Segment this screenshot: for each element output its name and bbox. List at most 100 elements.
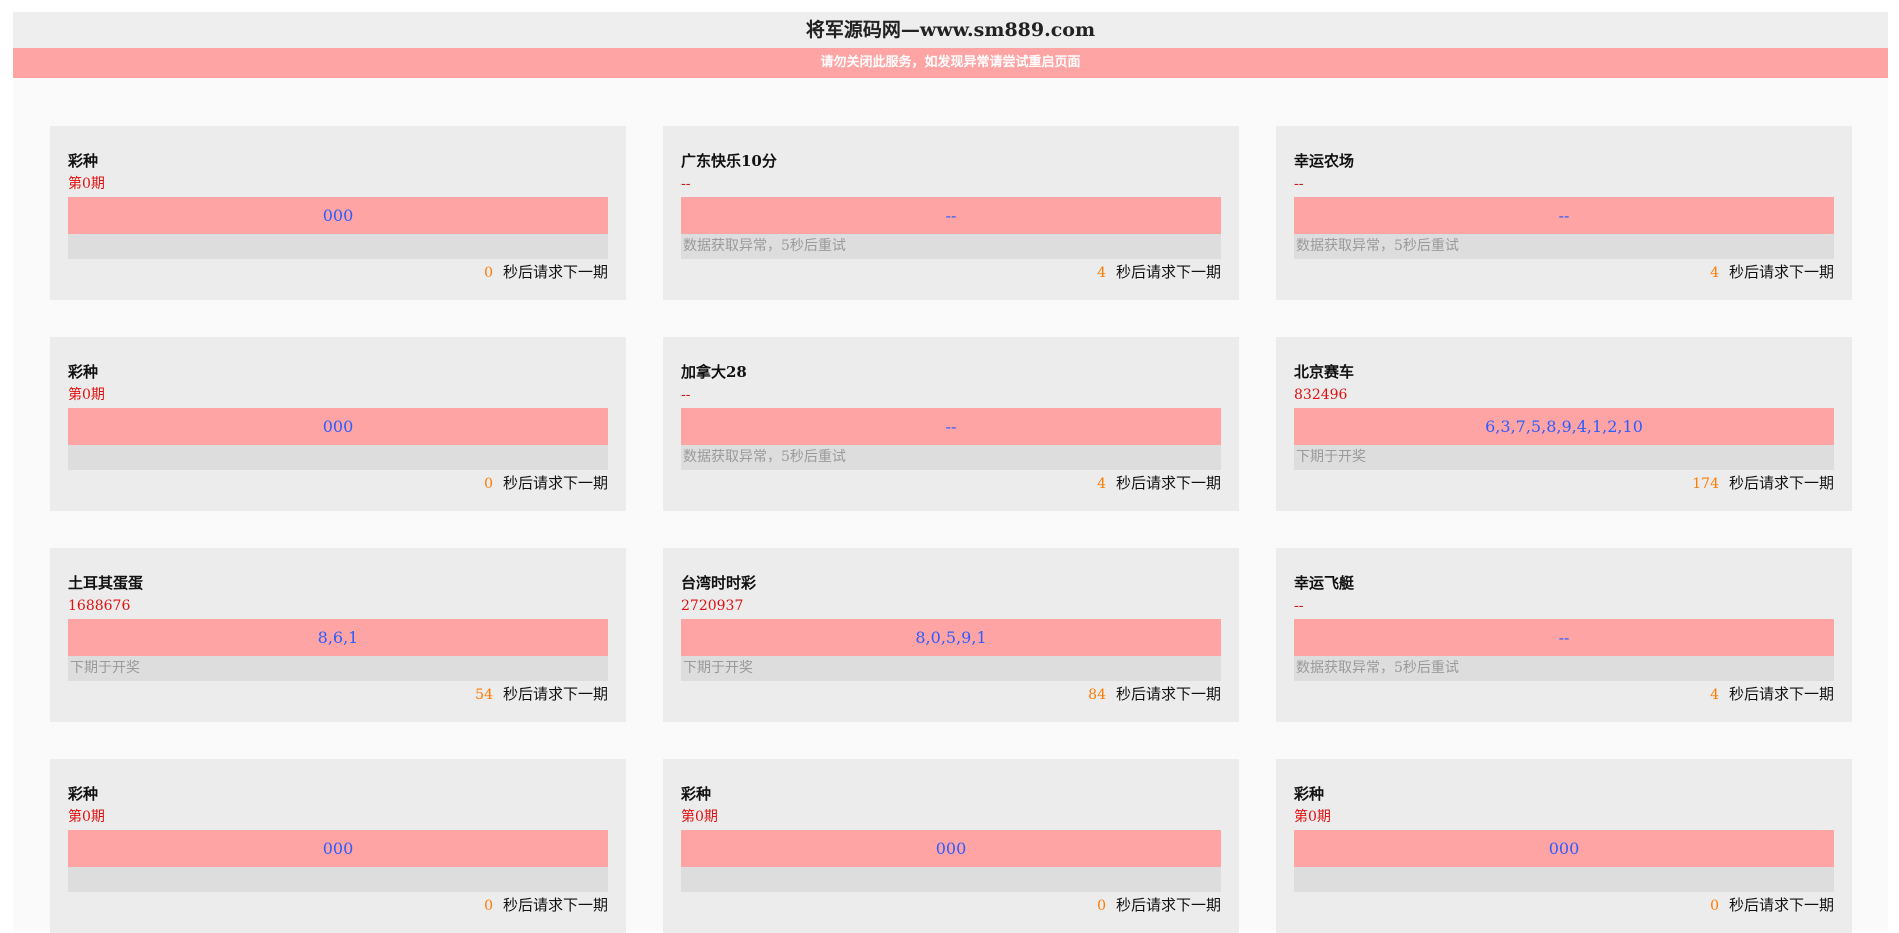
countdown-seconds: 174 xyxy=(1692,476,1719,492)
issue-number: 第0期 xyxy=(68,176,105,192)
result-numbers: 8,0,5,9,1 xyxy=(681,619,1221,656)
status-text xyxy=(681,867,1221,892)
countdown-seconds: 54 xyxy=(475,687,493,703)
lottery-name: 彩种 xyxy=(68,363,99,381)
lottery-card: 幸运农场 -- -- 数据获取异常，5秒后重试 4 秒后请求下一期 xyxy=(1276,126,1852,300)
status-text: 数据获取异常，5秒后重试 xyxy=(681,234,1221,259)
status-text xyxy=(1294,867,1834,892)
countdown-label: 秒后请求下一期 xyxy=(502,474,608,492)
lottery-card: 加拿大28 -- -- 数据获取异常，5秒后重试 4 秒后请求下一期 xyxy=(663,337,1239,511)
status-text xyxy=(68,445,608,470)
status-text: 数据获取异常，5秒后重试 xyxy=(681,445,1221,470)
lottery-name: 台湾时时彩 xyxy=(681,574,757,592)
countdown-row: 54 秒后请求下一期 xyxy=(68,682,608,706)
countdown-row: 0 秒后请求下一期 xyxy=(1294,893,1834,917)
countdown-label: 秒后请求下一期 xyxy=(1728,896,1834,914)
status-text: 数据获取异常，5秒后重试 xyxy=(1294,234,1834,259)
lottery-card: 土耳其蛋蛋 1688676 8,6,1 下期于开奖 54 秒后请求下一期 xyxy=(50,548,626,722)
issue-number: -- xyxy=(681,387,691,403)
result-numbers: 8,6,1 xyxy=(68,619,608,656)
lottery-card: 幸运飞艇 -- -- 数据获取异常，5秒后重试 4 秒后请求下一期 xyxy=(1276,548,1852,722)
issue-number: 832496 xyxy=(1294,387,1348,403)
lottery-name: 加拿大28 xyxy=(681,363,747,381)
countdown-seconds: 0 xyxy=(484,898,493,914)
lottery-name: 土耳其蛋蛋 xyxy=(68,574,144,592)
result-numbers: -- xyxy=(1294,197,1834,234)
status-text xyxy=(68,867,608,892)
result-numbers: 6,3,7,5,8,9,4,1,2,10 xyxy=(1294,408,1834,445)
countdown-row: 4 秒后请求下一期 xyxy=(1294,260,1834,284)
lottery-name: 彩种 xyxy=(68,785,99,803)
countdown-row: 4 秒后请求下一期 xyxy=(681,260,1221,284)
countdown-row: 0 秒后请求下一期 xyxy=(68,893,608,917)
status-text: 下期于开奖 xyxy=(681,656,1221,681)
issue-number: 第0期 xyxy=(1294,809,1331,825)
lottery-grid: 彩种 第0期 000 0 秒后请求下一期 广东快乐10分 -- -- 数据获取异常… xyxy=(13,79,1888,933)
issue-number: 第0期 xyxy=(68,809,105,825)
issue-number: 1688676 xyxy=(68,598,131,614)
countdown-seconds: 4 xyxy=(1710,265,1719,281)
result-numbers: 000 xyxy=(68,408,608,445)
lottery-card: 彩种 第0期 000 0 秒后请求下一期 xyxy=(663,759,1239,933)
countdown-row: 4 秒后请求下一期 xyxy=(681,471,1221,495)
issue-number: -- xyxy=(1294,598,1304,614)
lottery-card: 北京赛车 832496 6,3,7,5,8,9,4,1,2,10 下期于开奖 1… xyxy=(1276,337,1852,511)
countdown-seconds: 84 xyxy=(1088,687,1106,703)
issue-number: -- xyxy=(1294,176,1304,192)
result-numbers: -- xyxy=(1294,619,1834,656)
countdown-label: 秒后请求下一期 xyxy=(1728,263,1834,281)
countdown-label: 秒后请求下一期 xyxy=(502,263,608,281)
page: 将军源码网—www.sm889.com 请勿关闭此服务，如发现异常请尝试重启页面… xyxy=(13,12,1888,933)
notice-banner: 请勿关闭此服务，如发现异常请尝试重启页面 xyxy=(13,48,1888,78)
countdown-row: 0 秒后请求下一期 xyxy=(68,471,608,495)
lottery-card: 彩种 第0期 000 0 秒后请求下一期 xyxy=(50,126,626,300)
result-numbers: 000 xyxy=(681,830,1221,867)
lottery-name: 幸运农场 xyxy=(1294,152,1355,170)
status-text xyxy=(68,234,608,259)
countdown-seconds: 4 xyxy=(1710,687,1719,703)
countdown-label: 秒后请求下一期 xyxy=(1728,474,1834,492)
result-numbers: 000 xyxy=(1294,830,1834,867)
lottery-name: 广东快乐10分 xyxy=(681,152,777,170)
lottery-name: 北京赛车 xyxy=(1294,363,1355,381)
countdown-row: 174 秒后请求下一期 xyxy=(1294,471,1834,495)
status-text: 数据获取异常，5秒后重试 xyxy=(1294,656,1834,681)
lottery-name: 彩种 xyxy=(1294,785,1325,803)
site-title: 将军源码网—www.sm889.com xyxy=(13,12,1888,48)
countdown-label: 秒后请求下一期 xyxy=(1115,263,1221,281)
countdown-row: 84 秒后请求下一期 xyxy=(681,682,1221,706)
lottery-name: 彩种 xyxy=(68,152,99,170)
lottery-name: 彩种 xyxy=(681,785,712,803)
status-text: 下期于开奖 xyxy=(68,656,608,681)
issue-number: 第0期 xyxy=(68,387,105,403)
issue-number: 第0期 xyxy=(681,809,718,825)
countdown-seconds: 0 xyxy=(484,265,493,281)
lottery-card: 彩种 第0期 000 0 秒后请求下一期 xyxy=(50,759,626,933)
countdown-row: 0 秒后请求下一期 xyxy=(68,260,608,284)
result-numbers: -- xyxy=(681,408,1221,445)
lottery-card: 彩种 第0期 000 0 秒后请求下一期 xyxy=(50,337,626,511)
countdown-label: 秒后请求下一期 xyxy=(1115,474,1221,492)
countdown-row: 0 秒后请求下一期 xyxy=(681,893,1221,917)
result-numbers: -- xyxy=(681,197,1221,234)
result-numbers: 000 xyxy=(68,197,608,234)
countdown-label: 秒后请求下一期 xyxy=(1728,685,1834,703)
countdown-row: 4 秒后请求下一期 xyxy=(1294,682,1834,706)
countdown-seconds: 4 xyxy=(1097,265,1106,281)
countdown-label: 秒后请求下一期 xyxy=(1115,896,1221,914)
lottery-card: 彩种 第0期 000 0 秒后请求下一期 xyxy=(1276,759,1852,933)
countdown-label: 秒后请求下一期 xyxy=(1115,685,1221,703)
countdown-label: 秒后请求下一期 xyxy=(502,685,608,703)
countdown-label: 秒后请求下一期 xyxy=(502,896,608,914)
result-numbers: 000 xyxy=(68,830,608,867)
issue-number: 2720937 xyxy=(681,598,744,614)
countdown-seconds: 4 xyxy=(1097,476,1106,492)
lottery-card: 广东快乐10分 -- -- 数据获取异常，5秒后重试 4 秒后请求下一期 xyxy=(663,126,1239,300)
issue-number: -- xyxy=(681,176,691,192)
countdown-seconds: 0 xyxy=(484,476,493,492)
lottery-card: 台湾时时彩 2720937 8,0,5,9,1 下期于开奖 84 秒后请求下一期 xyxy=(663,548,1239,722)
countdown-seconds: 0 xyxy=(1710,898,1719,914)
countdown-seconds: 0 xyxy=(1097,898,1106,914)
lottery-name: 幸运飞艇 xyxy=(1294,574,1355,592)
status-text: 下期于开奖 xyxy=(1294,445,1834,470)
